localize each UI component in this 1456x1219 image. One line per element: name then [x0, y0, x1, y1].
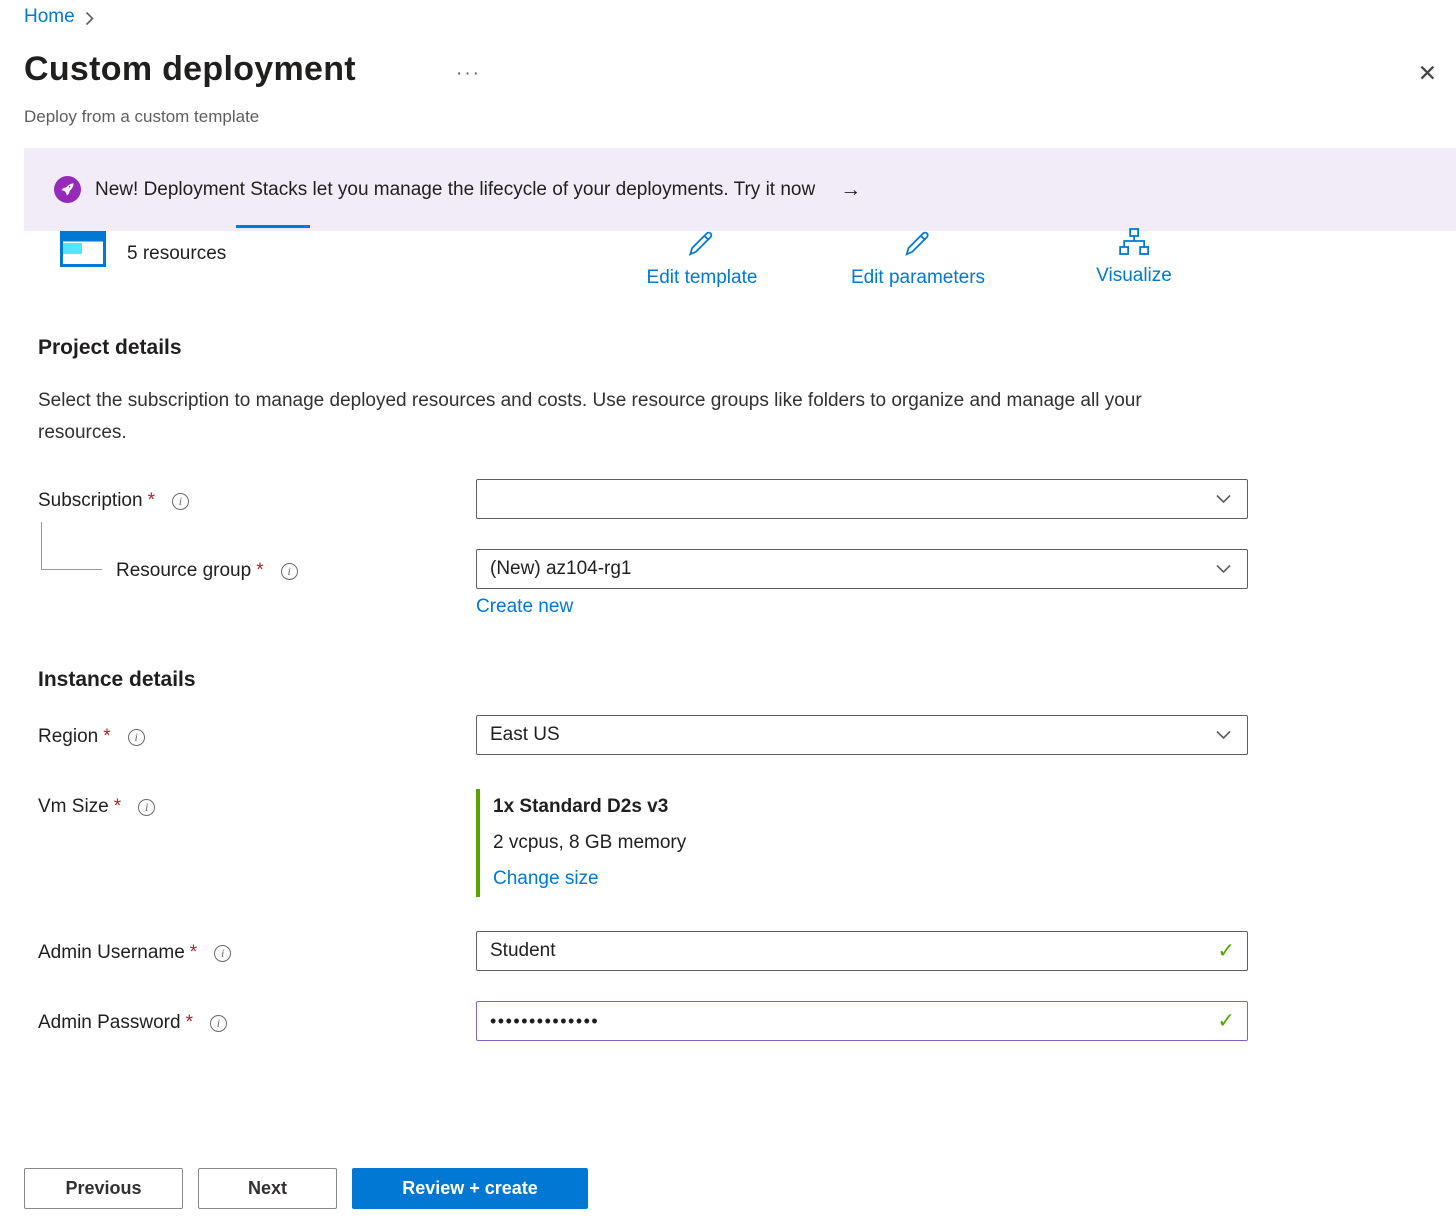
- vm-size-label: Vm Size * i: [38, 796, 155, 818]
- vm-size-specs: 2 vcpus, 8 GB memory: [493, 825, 686, 861]
- vm-size-selection: 1x Standard D2s v3: [493, 789, 686, 825]
- visualize-label: Visualize: [1096, 265, 1172, 287]
- visualize-link[interactable]: Visualize: [1096, 228, 1172, 287]
- admin-username-label: Admin Username * i: [38, 942, 231, 964]
- field-tree-connector: [41, 522, 102, 570]
- project-details-heading: Project details: [38, 336, 182, 360]
- info-icon[interactable]: i: [214, 945, 231, 962]
- edit-parameters-link[interactable]: Edit parameters: [851, 228, 985, 289]
- rocket-icon: [54, 176, 81, 203]
- vm-size-summary: 1x Standard D2s v3 2 vcpus, 8 GB memory …: [476, 789, 686, 897]
- custom-deployment-page: Home Custom deployment ··· ✕ Deploy from…: [0, 0, 1456, 1219]
- change-size-link[interactable]: Change size: [493, 861, 599, 897]
- required-marker: *: [186, 1012, 193, 1034]
- deployment-stacks-banner[interactable]: New! Deployment Stacks let you manage th…: [24, 148, 1456, 231]
- required-marker: *: [103, 726, 110, 748]
- valid-checkmark-icon: ✓: [1217, 1011, 1235, 1032]
- required-marker: *: [148, 490, 155, 512]
- resource-count-label: 5 resources: [127, 243, 226, 265]
- subscription-dropdown[interactable]: [476, 479, 1248, 519]
- subscription-label: Subscription * i: [38, 490, 189, 512]
- create-new-link[interactable]: Create new: [476, 596, 573, 618]
- breadcrumb: Home: [24, 6, 95, 28]
- region-value: East US: [490, 724, 560, 746]
- info-icon[interactable]: i: [210, 1015, 227, 1032]
- page-title: Custom deployment: [24, 50, 356, 89]
- required-marker: *: [256, 560, 263, 582]
- arrow-right-icon: →: [840, 178, 861, 202]
- admin-username-input[interactable]: [476, 931, 1248, 971]
- breadcrumb-chevron-icon: [84, 11, 95, 26]
- admin-password-label: Admin Password * i: [38, 1012, 227, 1034]
- required-marker: *: [114, 796, 121, 818]
- resource-group-label: Resource group * i: [116, 560, 298, 582]
- next-button[interactable]: Next: [198, 1168, 337, 1209]
- chevron-down-icon: [1216, 495, 1231, 504]
- info-icon[interactable]: i: [128, 729, 145, 746]
- region-label: Region * i: [38, 726, 145, 748]
- instance-details-heading: Instance details: [38, 668, 196, 692]
- sitemap-icon: [1118, 228, 1150, 262]
- pencil-icon: [903, 228, 933, 264]
- template-icon: [60, 231, 106, 272]
- banner-message: New! Deployment Stacks let you manage th…: [95, 179, 815, 201]
- info-icon[interactable]: i: [281, 563, 298, 580]
- info-icon[interactable]: i: [172, 493, 189, 510]
- page-subtitle: Deploy from a custom template: [24, 107, 259, 127]
- valid-checkmark-icon: ✓: [1217, 941, 1235, 962]
- edit-template-label: Edit template: [647, 267, 758, 289]
- review-create-button[interactable]: Review + create: [352, 1168, 588, 1209]
- close-icon[interactable]: ✕: [1418, 62, 1437, 85]
- project-details-description: Select the subscription to manage deploy…: [38, 385, 1188, 449]
- chevron-down-icon: [1216, 731, 1231, 740]
- overflow-menu-icon[interactable]: ···: [456, 63, 481, 85]
- clipped-tab-indicator: [236, 225, 310, 228]
- admin-password-input[interactable]: [476, 1001, 1248, 1041]
- chevron-down-icon: [1216, 565, 1231, 574]
- breadcrumb-home-link[interactable]: Home: [24, 6, 75, 28]
- resource-group-dropdown[interactable]: (New) az104-rg1: [476, 549, 1248, 589]
- resource-group-value: (New) az104-rg1: [490, 558, 632, 580]
- info-icon[interactable]: i: [138, 799, 155, 816]
- region-dropdown[interactable]: East US: [476, 715, 1248, 755]
- edit-parameters-label: Edit parameters: [851, 267, 985, 289]
- previous-button[interactable]: Previous: [24, 1168, 183, 1209]
- pencil-icon: [687, 228, 717, 264]
- admin-password-field-wrap: ✓: [476, 1001, 1248, 1041]
- edit-template-link[interactable]: Edit template: [647, 228, 758, 289]
- required-marker: *: [190, 942, 197, 964]
- admin-username-field-wrap: ✓: [476, 931, 1248, 971]
